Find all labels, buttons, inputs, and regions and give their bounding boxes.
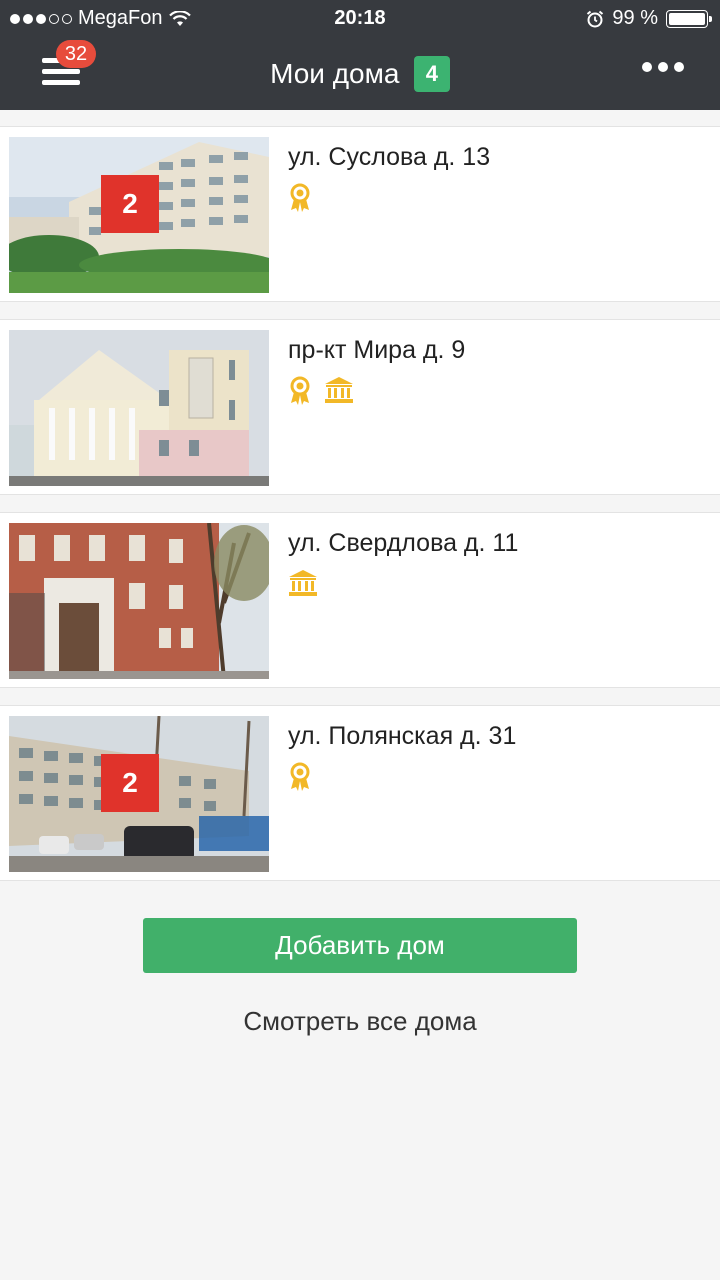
award-icon <box>290 376 310 405</box>
more-options-icon[interactable] <box>642 62 684 72</box>
house-photo <box>9 330 269 486</box>
award-icon <box>290 762 310 791</box>
house-badge: 2 <box>101 175 159 233</box>
award-icon <box>290 183 310 212</box>
house-icons <box>288 376 354 406</box>
house-card[interactable]: 2 ул. Суслова д. 13 <box>0 126 720 302</box>
house-count-badge: 4 <box>413 56 450 92</box>
battery-percent: 99 % <box>612 7 658 29</box>
house-address: ул. Суслова д. 13 <box>288 143 491 171</box>
status-right: 99 % <box>586 7 712 30</box>
house-icons <box>288 569 318 597</box>
battery-icon <box>666 9 712 28</box>
house-photo <box>9 523 269 679</box>
house-address: ул. Свердлова д. 11 <box>288 529 519 557</box>
house-card[interactable]: 2 ул. Полянская д. 31 <box>0 705 720 881</box>
house-address: ул. Полянская д. 31 <box>288 722 517 750</box>
house-icons <box>288 183 312 213</box>
house-address: пр-кт Мира д. 9 <box>288 336 466 364</box>
house-card[interactable]: пр-кт Мира д. 9 <box>0 319 720 495</box>
house-icons <box>288 762 312 792</box>
nav-bar: 32 Мои дома 4 <box>0 36 720 110</box>
museum-icon <box>325 377 353 403</box>
museum-icon <box>289 570 317 596</box>
house-badge: 2 <box>101 754 159 812</box>
status-bar: MegaFon 20:18 99 % <box>0 0 720 36</box>
alarm-icon <box>587 10 604 27</box>
house-card[interactable]: ул. Свердлова д. 11 <box>0 512 720 688</box>
add-house-button[interactable]: Добавить дом <box>143 918 577 973</box>
view-all-houses-link[interactable]: Смотреть все дома <box>0 1006 720 1037</box>
page-title: Мои дома <box>270 58 400 89</box>
top-bar: MegaFon 20:18 99 % 32 Мои дома 4 <box>0 0 720 110</box>
title-group: Мои дома 4 <box>0 56 720 92</box>
